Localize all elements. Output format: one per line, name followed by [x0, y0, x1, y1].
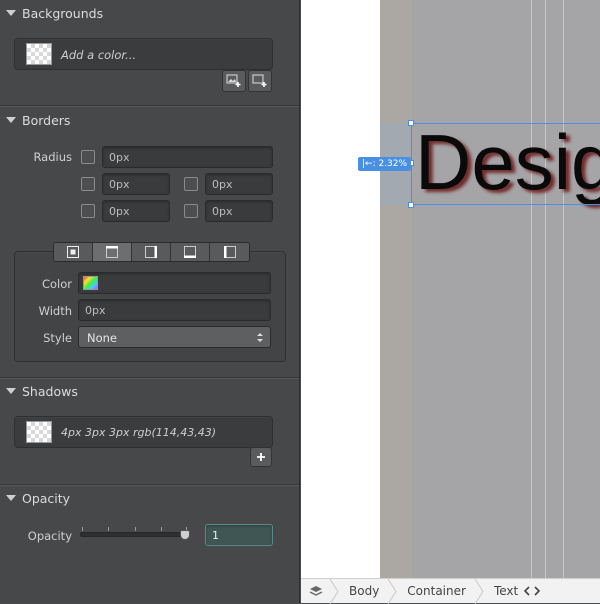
radius-br-input[interactable]: 0px: [205, 200, 273, 222]
slider-tick: [108, 527, 109, 531]
shadow-row[interactable]: 4px 3px 3px rgb(114,43,43): [14, 416, 273, 448]
plus-icon: [257, 453, 265, 461]
radius-bl-checkbox[interactable]: [81, 204, 95, 218]
page-area[interactable]: [380, 0, 600, 578]
layers-button[interactable]: [301, 579, 329, 604]
shadow-value: 4px 3px 3px rgb(114,43,43): [61, 426, 217, 439]
margin-badge[interactable]: |←: 2.32%: [358, 157, 412, 171]
column-guide: [545, 0, 546, 578]
border-bottom-icon: [184, 246, 196, 258]
border-left-icon: [223, 246, 236, 258]
opacity-header[interactable]: Opacity: [0, 485, 299, 511]
collapse-triangle-icon: [6, 388, 16, 394]
shadow-swatch[interactable]: [26, 421, 52, 443]
shadows-header[interactable]: Shadows: [0, 378, 299, 404]
borders-header[interactable]: Borders: [0, 107, 299, 133]
border-all-icon: [67, 246, 79, 258]
color-picker-icon[interactable]: [83, 276, 98, 290]
border-style-value: None: [87, 331, 118, 345]
resize-handle-tl[interactable]: [408, 120, 414, 126]
breadcrumb-text[interactable]: Text: [484, 579, 548, 604]
code-icon[interactable]: [524, 586, 541, 596]
style-panel: Backgrounds Add a color... Borders Radiu…: [0, 0, 300, 603]
border-top-tab[interactable]: [93, 243, 132, 261]
border-style-label: Style: [43, 331, 72, 345]
opacity-input[interactable]: 1: [205, 524, 273, 546]
radius-bl-input[interactable]: 0px: [102, 200, 170, 222]
collapse-triangle-icon: [6, 10, 16, 16]
slider-track: [80, 532, 190, 537]
add-color-placeholder: Add a color...: [61, 48, 137, 62]
border-left-tab[interactable]: [210, 243, 249, 261]
breadcrumb-label: Container: [407, 584, 466, 598]
border-color-input[interactable]: [78, 272, 271, 294]
border-right-icon: [145, 246, 157, 258]
backgrounds-title: Backgrounds: [22, 5, 104, 21]
slider-thumb[interactable]: [180, 530, 190, 540]
column-guide: [531, 0, 532, 578]
margin-value: |←: 2.32%: [362, 159, 408, 169]
backgrounds-header[interactable]: Backgrounds: [0, 0, 299, 26]
breadcrumb-container[interactable]: Container: [397, 579, 474, 604]
background-swatch[interactable]: [26, 43, 52, 65]
border-style-select[interactable]: None: [78, 326, 271, 348]
radius-label: Radius: [33, 150, 72, 164]
select-arrows-icon: [257, 333, 263, 342]
radius-br-checkbox[interactable]: [184, 204, 198, 218]
radius-tr-input[interactable]: 0px: [205, 173, 273, 195]
borders-title: Borders: [22, 112, 71, 128]
radius-all-input[interactable]: 0px: [102, 146, 273, 168]
border-bottom-tab[interactable]: [171, 243, 210, 261]
add-gradient-background-button[interactable]: [248, 70, 272, 92]
add-shadow-button[interactable]: [250, 447, 272, 467]
slider-tick: [161, 527, 162, 531]
radius-tl-input[interactable]: 0px: [102, 173, 170, 195]
border-width-label: Width: [38, 304, 72, 318]
shadows-title: Shadows: [22, 383, 78, 399]
border-side-tabs: [53, 242, 250, 262]
layers-icon: [309, 586, 323, 596]
design-canvas[interactable]: Design |←: 2.32%: [301, 0, 600, 578]
breadcrumb-separator-icon: [387, 578, 397, 604]
collapse-triangle-icon: [6, 117, 16, 123]
border-all-tab[interactable]: [54, 243, 93, 261]
breadcrumb-label: Body: [349, 584, 380, 598]
add-image-background-button[interactable]: [222, 70, 246, 92]
resize-handle-bl[interactable]: [408, 202, 414, 208]
breadcrumb-separator-icon: [329, 578, 339, 604]
margin-area: [380, 0, 412, 578]
border-top-icon: [106, 246, 118, 258]
breadcrumb-label: Text: [493, 584, 519, 598]
add-image-icon: [226, 74, 241, 87]
collapse-triangle-icon: [6, 495, 16, 501]
breadcrumb-body[interactable]: Body: [339, 579, 387, 604]
opacity-slider[interactable]: [80, 520, 192, 544]
border-width-input[interactable]: 0px: [78, 299, 271, 321]
add-gradient-icon: [252, 74, 267, 87]
breadcrumb: Body Container Text: [301, 578, 600, 604]
radius-tr-checkbox[interactable]: [184, 177, 198, 191]
border-color-label: Color: [41, 277, 72, 291]
slider-tick: [82, 527, 83, 531]
radius-tl-checkbox[interactable]: [81, 177, 95, 191]
selection-box: [411, 123, 600, 205]
background-color-row[interactable]: Add a color...: [14, 38, 273, 70]
border-right-tab[interactable]: [132, 243, 171, 261]
slider-tick: [135, 527, 136, 531]
radius-all-checkbox[interactable]: [81, 150, 95, 164]
opacity-title: Opacity: [22, 490, 71, 506]
column-guide: [563, 0, 564, 578]
breadcrumb-separator-icon: [474, 578, 484, 604]
opacity-label: Opacity: [27, 529, 72, 543]
